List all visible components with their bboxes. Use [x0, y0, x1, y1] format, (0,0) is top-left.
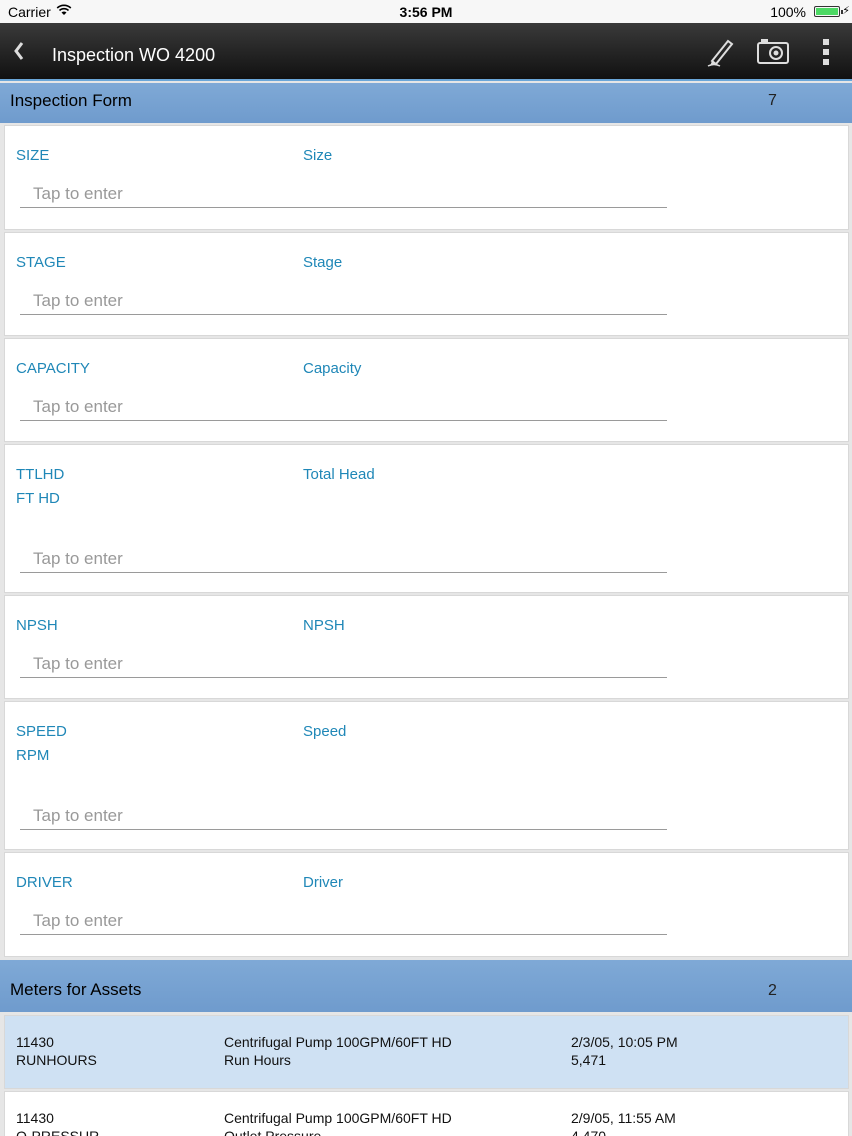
field-description: NPSH	[303, 617, 345, 634]
stage-input[interactable]: Tap to enter	[20, 287, 667, 315]
section-count: 7	[768, 92, 777, 109]
meter-row[interactable]: 11430 O-PRESSUR Centrifugal Pump 100GPM/…	[4, 1091, 849, 1136]
meter-reading: 5,471	[571, 1052, 607, 1068]
asset-description: Centrifugal Pump 100GPM/60FT HD	[224, 1034, 452, 1050]
camera-icon[interactable]	[756, 37, 790, 65]
size-input[interactable]: Tap to enter	[20, 180, 667, 208]
field-card-capacity: CAPACITY Capacity Tap to enter	[4, 338, 849, 442]
field-label: DRIVER	[16, 874, 73, 891]
section-title: Inspection Form	[10, 91, 132, 110]
asset-number: 11430	[16, 1110, 54, 1126]
field-description: Size	[303, 147, 333, 164]
asset-number: 11430	[16, 1034, 54, 1050]
chevron-left-icon[interactable]	[10, 37, 30, 65]
field-description: Capacity	[303, 360, 362, 377]
reading-date: 2/9/05, 11:55 AM	[571, 1110, 676, 1126]
status-bar: Carrier 3:56 PM 100% ⚡	[0, 0, 852, 23]
field-label: STAGE	[16, 254, 66, 271]
field-label: SIZE	[16, 147, 50, 164]
battery-percentage: 100%	[770, 4, 806, 20]
field-label: TTLHD	[16, 466, 65, 483]
more-vertical-icon[interactable]	[818, 37, 836, 67]
field-label: CAPACITY	[16, 360, 90, 377]
field-description: Speed	[303, 723, 347, 740]
pen-icon[interactable]	[704, 35, 738, 69]
npsh-input[interactable]: Tap to enter	[20, 650, 667, 678]
inspection-form-header: Inspection Form 7	[0, 83, 852, 123]
battery-icon	[814, 6, 843, 17]
meter-description: Run Hours	[224, 1052, 291, 1068]
navigation-bar: Inspection WO 4200	[0, 23, 852, 81]
field-card-speed: SPEED RPM Speed Tap to enter	[4, 701, 849, 850]
field-card-npsh: NPSH NPSH Tap to enter	[4, 595, 849, 699]
asset-description: Centrifugal Pump 100GPM/60FT HD	[224, 1110, 452, 1126]
field-description: Driver	[303, 874, 343, 891]
field-label: SPEED	[16, 723, 67, 740]
field-unit-label: RPM	[16, 747, 50, 764]
meter-name: RUNHOURS	[16, 1052, 97, 1068]
field-card-driver: DRIVER Driver Tap to enter	[4, 852, 849, 957]
meter-reading: 4,470	[571, 1128, 607, 1136]
field-description: Total Head	[303, 466, 375, 483]
section-count: 2	[768, 982, 777, 999]
total-head-input[interactable]: Tap to enter	[20, 545, 667, 573]
meter-row[interactable]: 11430 RUNHOURS Centrifugal Pump 100GPM/6…	[4, 1015, 849, 1089]
speed-input[interactable]: Tap to enter	[20, 802, 667, 830]
reading-date: 2/3/05, 10:05 PM	[571, 1034, 678, 1050]
page-title: Inspection WO 4200	[52, 45, 216, 65]
field-unit-label: FT HD	[16, 490, 60, 507]
status-time: 3:56 PM	[399, 4, 453, 20]
field-card-stage: STAGE Stage Tap to enter	[4, 232, 849, 336]
field-label: NPSH	[16, 617, 58, 634]
field-card-total-head: TTLHD FT HD Total Head Tap to enter	[4, 444, 849, 593]
driver-input[interactable]: Tap to enter	[20, 907, 667, 935]
section-title: Meters for Assets	[10, 980, 142, 999]
charging-bolt-icon: ⚡	[842, 5, 850, 17]
capacity-input[interactable]: Tap to enter	[20, 393, 667, 421]
meter-name: O-PRESSUR	[16, 1128, 100, 1136]
field-description: Stage	[303, 254, 343, 271]
field-card-size: SIZE Size Tap to enter	[4, 125, 849, 230]
meters-for-assets-header: Meters for Assets 2	[0, 960, 852, 1012]
meter-description: Outlet Pressure	[224, 1128, 322, 1136]
